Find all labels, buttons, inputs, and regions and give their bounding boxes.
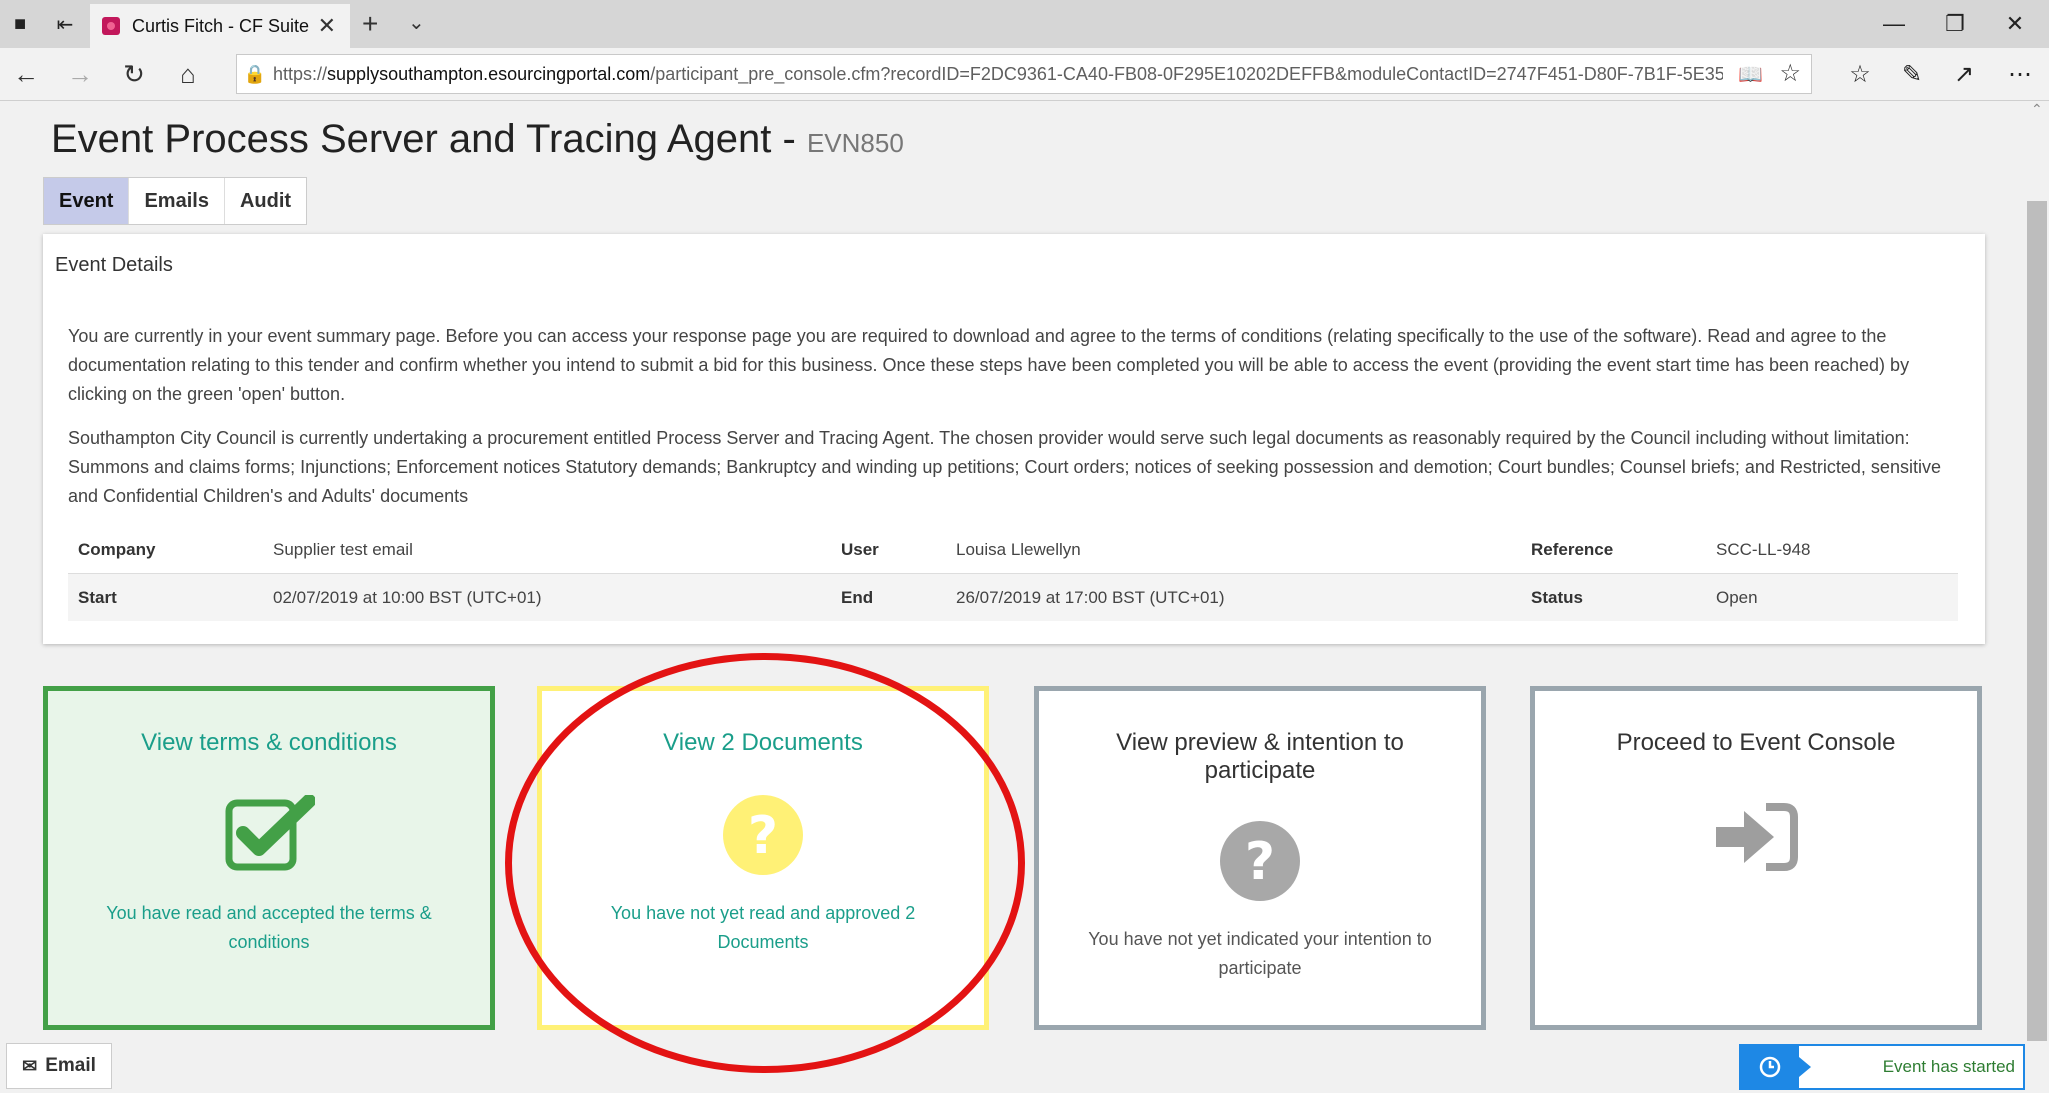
browser-toolbar: ← → ↻ ⌂ 🔒 https://supplysouthampton.esou… [0,48,2049,101]
minimize-icon[interactable]: — [1864,0,1924,48]
home-icon[interactable]: ⌂ [168,56,208,92]
event-details-panel: Event Details You are currently in your … [43,234,1985,644]
event-status-bar: Event has started [1739,1044,2025,1090]
more-menu-icon[interactable]: ⋯ [1998,56,2042,92]
event-reference: EVN850 [806,128,904,158]
card-title: View 2 Documents [663,729,863,756]
tab-actions-icon[interactable]: ■ [0,0,40,48]
notes-pen-icon[interactable]: ✎ [1890,56,1934,92]
browser-tab[interactable]: Curtis Fitch - CF Suite ✕ [90,4,350,48]
documents-card[interactable]: View 2 Documents ? You have not yet read… [537,686,989,1030]
page-title: Event Process Server and Tracing Agent -… [51,117,904,161]
value-company: Supplier test email [273,539,413,559]
svg-text:?: ? [1245,832,1275,892]
value-status: Open [1716,587,1758,607]
label-user: User [841,539,879,559]
svg-text:?: ? [748,806,778,866]
envelope-icon: ✉ [22,1055,38,1076]
card-message: You have not yet read and approved 2 Doc… [610,903,916,952]
tab-title: Curtis Fitch - CF Suite [132,15,310,36]
value-start: 02/07/2019 at 10:00 BST (UTC+01) [273,587,542,607]
checkbox-checked-icon [225,794,316,876]
scrollbar-thumb[interactable] [2027,201,2047,1041]
page-content: Event Process Server and Tracing Agent -… [0,101,2025,1093]
value-reference: SCC-LL-948 [1716,539,1811,559]
lock-icon[interactable]: 🔒 [237,64,273,85]
favorites-icon[interactable]: ☆ [1838,56,1882,92]
favorite-star-icon[interactable]: ☆ [1779,59,1801,88]
refresh-icon[interactable]: ↻ [114,56,154,92]
tab-emails[interactable]: Emails [129,178,225,224]
table-row: Start 02/07/2019 at 10:00 BST (UTC+01) E… [68,573,1958,621]
label-start: Start [78,587,117,607]
question-circle-icon: ? [1220,821,1300,906]
browser-titlebar: ■ ⇤ Curtis Fitch - CF Suite ✕ + ⌄ — ❐ ✕ [0,0,2049,48]
card-message: You have read and accepted the terms & c… [106,903,432,952]
label-status: Status [1531,587,1583,607]
chevron-down-icon[interactable]: ⌄ [408,10,425,35]
email-button[interactable]: ✉ Email [6,1043,112,1089]
panel-title: Event Details [55,254,173,276]
tab-audit[interactable]: Audit [225,178,306,224]
label-end: End [841,587,874,607]
site-favicon-icon [102,17,120,35]
new-tab-icon[interactable]: + [362,8,378,40]
event-console-card[interactable]: Proceed to Event Console [1530,686,1982,1030]
value-user: Louisa Llewellyn [956,539,1081,559]
terms-conditions-card[interactable]: View terms & conditions You have read an… [43,686,495,1030]
label-reference: Reference [1531,539,1614,559]
close-tab-icon[interactable]: ✕ [318,13,336,39]
table-row: Company Supplier test email User Louisa … [68,526,1958,573]
card-message: You have not yet indicated your intentio… [1088,929,1432,978]
set-tabs-aside-icon[interactable]: ⇤ [45,0,85,48]
preview-intention-card[interactable]: View preview & intention to participate … [1034,686,1486,1030]
value-end: 26/07/2019 at 17:00 BST (UTC+01) [956,587,1225,607]
status-text: Event has started [1882,1057,2015,1076]
address-bar[interactable]: 🔒 https://supplysouthampton.esourcingpor… [236,54,1812,94]
question-circle-icon: ? [723,795,803,880]
url-text: https://supplysouthampton.esourcingporta… [273,63,1723,84]
card-title: View terms & conditions [141,729,397,756]
restore-icon[interactable]: ❐ [1925,0,1985,48]
card-title: View preview & intention to participate [1116,729,1404,784]
forward-icon[interactable]: → [60,56,100,92]
intro-text: You are currently in your event summary … [68,326,1910,404]
sign-in-arrow-icon [1714,801,1798,878]
scroll-up-icon[interactable]: ⌃ [2031,101,2043,118]
card-title: Proceed to Event Console [1616,729,1896,756]
back-icon[interactable]: ← [6,56,46,92]
page-scrollbar[interactable]: ⌃ [2025,101,2049,1041]
details-table: Company Supplier test email User Louisa … [68,526,1958,621]
share-icon[interactable]: ↗ [1942,56,1986,92]
email-label: Email [45,1055,96,1076]
description-text: Southampton City Council is currently un… [68,428,1941,506]
reading-view-icon[interactable]: 📖 [1738,62,1763,87]
tab-event[interactable]: Event [44,178,130,224]
label-company: Company [78,539,156,559]
window-close-icon[interactable]: ✕ [1985,0,2045,48]
page-tabs: Event Emails Audit [43,177,308,225]
clock-icon [1741,1046,1811,1088]
